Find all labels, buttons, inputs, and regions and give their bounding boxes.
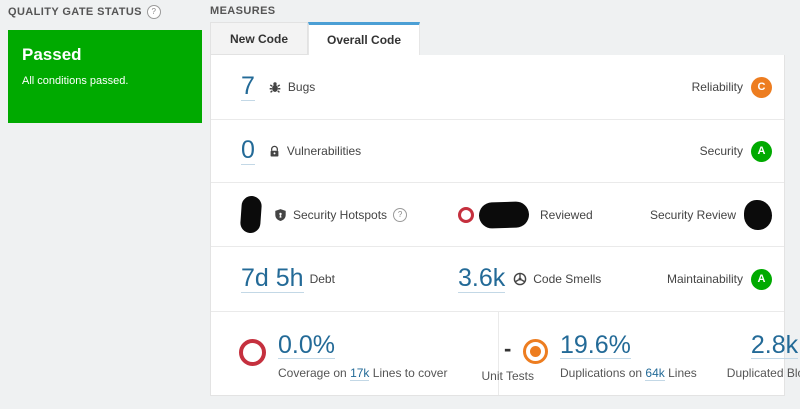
row-maintainability: 7d 5h Debt 3.6k Code Smells Maintainabil… [211, 247, 784, 312]
security-label: Security [699, 144, 743, 158]
redacted-security-review-rating [744, 199, 772, 230]
hotspots-metric: Security Hotspots ? [239, 195, 458, 234]
reviewed-label: Reviewed [540, 207, 593, 222]
bugs-count-link[interactable]: 7 [241, 73, 255, 101]
row-bugs: 7 Bugs Reliability C [211, 55, 784, 120]
duplications-block: 19.6% Duplications on 64k Lines [560, 332, 697, 382]
lines-to-cover-link[interactable]: 17k [350, 366, 370, 382]
lock-icon [268, 145, 281, 158]
debt-label: Debt [309, 272, 335, 286]
duplicated-blocks-link[interactable]: 2.8k [750, 332, 799, 360]
measures-card: 7 Bugs Reliability C 0 Vulnerabilities S… [210, 55, 800, 396]
duplications-section: 19.6% Duplications on 64k Lines 2.8k Dup… [499, 312, 800, 395]
maintainability-rating-badge[interactable]: A [751, 268, 772, 290]
tab-new-code[interactable]: New Code [210, 22, 308, 55]
hotspots-label: Security Hotspots [293, 207, 388, 222]
security-domain: Security A [699, 140, 772, 162]
vulnerabilities-metric: 0 Vulnerabilities [241, 137, 362, 165]
bug-icon [268, 80, 282, 94]
debt-value-link[interactable]: 7d 5h [241, 265, 304, 293]
duplicated-blocks-label: Duplicated Blocks [726, 366, 800, 381]
sonarqube-overview: QUALITY GATE STATUS ? Passed All conditi… [0, 0, 800, 409]
maintainability-label: Maintainability [666, 272, 743, 286]
help-icon[interactable]: ? [146, 5, 161, 19]
row-coverage-duplications: 0.0% Coverage on 17k Lines to cover - Un… [211, 312, 800, 395]
duplicated-blocks-block: 2.8k Duplicated Blocks [727, 332, 800, 380]
bugs-metric: 7 Bugs [241, 73, 316, 101]
debt-metric: 7d 5h Debt [241, 265, 458, 293]
coverage-suffix: Lines to cover [372, 366, 448, 381]
vulnerabilities-count-link[interactable]: 0 [241, 137, 255, 165]
code-smells-count-link[interactable]: 3.6k [458, 265, 506, 293]
hotspots-reviewed-group: Reviewed [458, 200, 593, 229]
quality-gate-description: All conditions passed. [22, 75, 129, 87]
measures-tabs: New Code Overall Code [210, 22, 785, 55]
coverage-section: 0.0% Coverage on 17k Lines to cover - Un… [211, 312, 534, 395]
help-icon[interactable]: ? [393, 207, 408, 222]
reliability-label: Reliability [691, 80, 743, 94]
vulnerabilities-label: Vulnerabilities [286, 144, 362, 158]
coverage-value-link[interactable]: 0.0% [278, 332, 335, 360]
security-review-label: Security Review [649, 207, 736, 222]
shield-icon [274, 208, 287, 222]
duplicated-lines-link[interactable]: 64k [645, 366, 665, 382]
duplications-prefix: Duplications on [560, 366, 643, 381]
coverage-donut-icon [239, 339, 266, 366]
reviewed-rating-donut [458, 206, 474, 223]
coverage-sublabel: Coverage on 17k Lines to cover [278, 366, 448, 382]
measures-panel: MEASURES New Code Overall Code 7 Bugs Re… [210, 5, 800, 396]
quality-gate-header-label: QUALITY GATE STATUS [8, 6, 142, 18]
quality-gate-panel: QUALITY GATE STATUS ? Passed All conditi… [8, 5, 202, 123]
tab-overall-code[interactable]: Overall Code [308, 22, 421, 55]
measures-header-label: MEASURES [210, 5, 276, 17]
bugs-label: Bugs [287, 80, 316, 94]
redacted-hotspots-value [239, 195, 263, 234]
duplications-value-link[interactable]: 19.6% [560, 332, 631, 360]
quality-gate-header: QUALITY GATE STATUS ? [8, 5, 202, 19]
duplications-suffix: Lines [668, 366, 697, 381]
security-rating-badge[interactable]: A [751, 140, 772, 162]
code-smells-metric: 3.6k Code Smells [458, 265, 602, 293]
quality-gate-status: Passed [22, 45, 82, 64]
reliability-domain: Reliability C [691, 76, 772, 98]
coverage-block: 0.0% Coverage on 17k Lines to cover [278, 332, 448, 382]
redacted-reviewed-value [478, 200, 530, 229]
code-smell-icon [513, 272, 527, 286]
row-security-hotspots: Security Hotspots ? Reviewed Security Re… [211, 183, 784, 247]
duplications-sublabel: Duplications on 64k Lines [560, 366, 697, 382]
security-review-domain: Security Review [649, 199, 772, 230]
reliability-rating-badge[interactable]: C [751, 76, 772, 98]
code-smells-label: Code Smells [533, 272, 602, 286]
duplications-donut-icon [523, 339, 548, 364]
coverage-prefix: Coverage on [278, 366, 347, 381]
row-vulnerabilities: 0 Vulnerabilities Security A [211, 120, 784, 183]
quality-gate-status-box: Passed All conditions passed. [8, 30, 202, 123]
maintainability-domain: Maintainability A [666, 268, 772, 290]
measures-header: MEASURES [210, 5, 785, 17]
